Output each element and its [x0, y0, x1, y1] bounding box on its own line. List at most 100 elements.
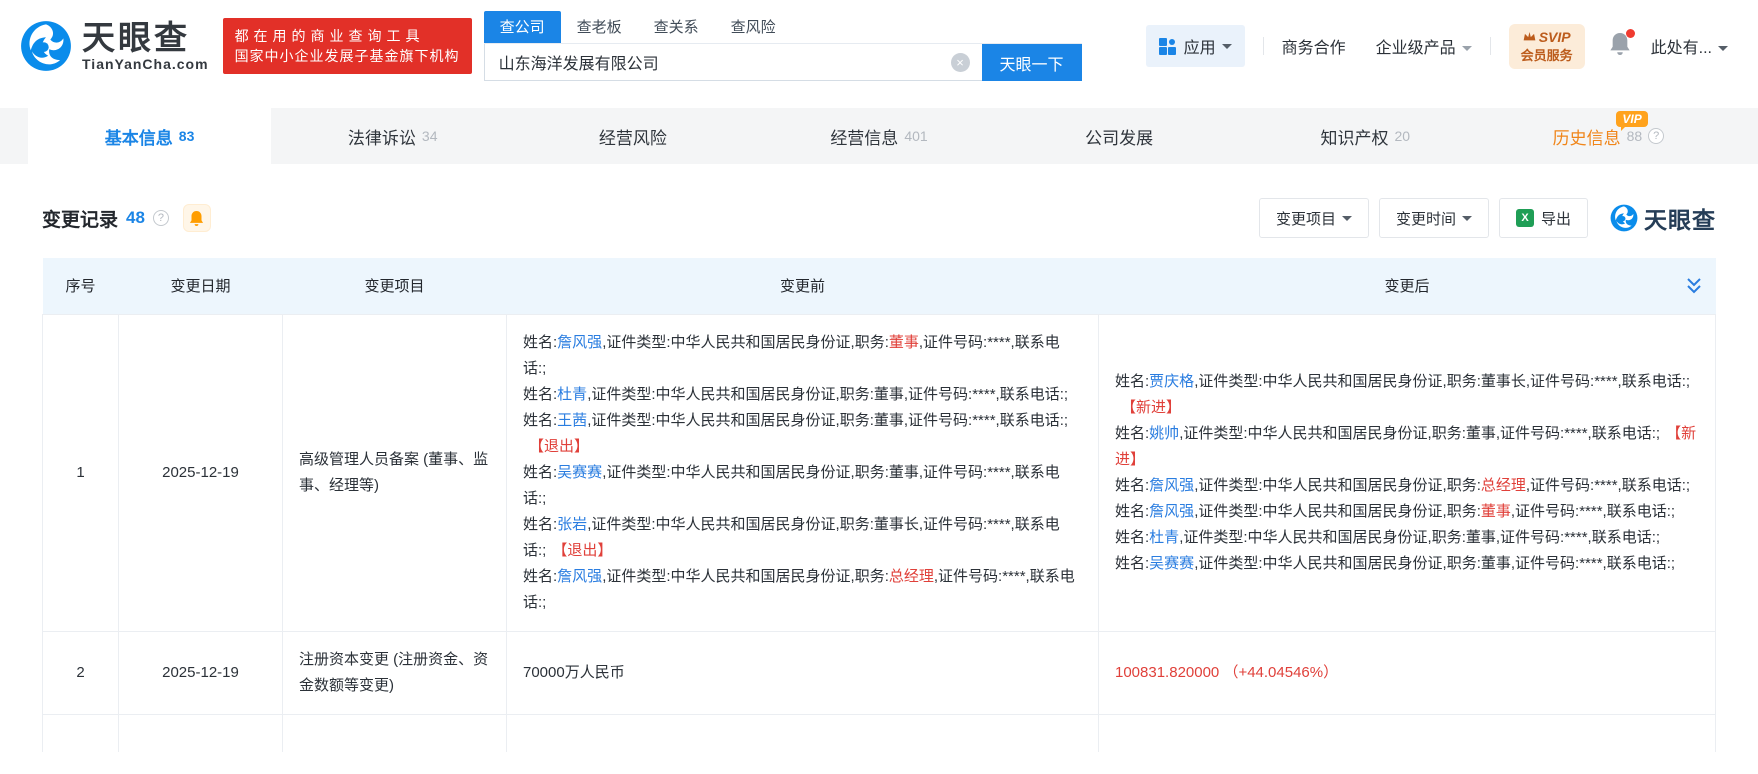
tab-intellectual-property[interactable]: 知识产权20	[1244, 108, 1487, 164]
cell-before: 姓名: 詹风强 ,证件类型:中华人民共和国居民身份证,职务:董事,证件号码:****…	[507, 314, 1099, 631]
chevron-down-icon	[1462, 46, 1472, 51]
plain-text: ,证件类型:中华人民共和国居民身份证,职务:董事,证件号码:****,联系电话:…	[1179, 529, 1660, 546]
search-tab-company[interactable]: 查公司	[484, 11, 561, 43]
site-logo[interactable]: 天眼查 TianYanCha.com	[20, 20, 209, 72]
search-tab-relation[interactable]: 查关系	[638, 11, 715, 43]
cell-empty	[43, 714, 119, 752]
plain-text: ,证件类型:中华人民共和国居民身份证,职务:董事,证件号码:****,联系电话:…	[523, 464, 1060, 507]
tab-operation-risk[interactable]: 经营风险	[514, 108, 757, 164]
plain-text: 姓名:	[523, 412, 557, 429]
change-entry: 姓名:詹风强,证件类型:中华人民共和国居民身份证,职务:董事,证件号码:****…	[1115, 499, 1699, 525]
tianyancha-watermark: 天眼查	[1610, 201, 1716, 235]
company-nav: 基本信息83 法律诉讼 34 经营风险 经营信息401 公司发展 知识产权20 V…	[0, 108, 1758, 164]
plain-text: ,证件类型:中华人民共和国居民身份证,职务:	[1194, 503, 1481, 520]
highlighted-text: 总经理	[1481, 477, 1526, 494]
search-tab-boss[interactable]: 查老板	[561, 11, 638, 43]
table-row	[43, 714, 1716, 752]
bell-icon	[189, 210, 204, 227]
filter-label: 变更项目	[1276, 208, 1336, 229]
table-row: 12025-12-19高级管理人员备案 (董事、监事、经理等)姓名:詹风强,证件…	[43, 314, 1716, 631]
person-link[interactable]: 吴赛赛	[1149, 555, 1194, 572]
tab-operation-info[interactable]: 经营信息401	[757, 108, 1000, 164]
person-link[interactable]: 詹风强	[1149, 503, 1194, 520]
notification-dot	[1626, 29, 1635, 38]
change-records-header: 变更记录 48 变更项目 变更时间 导出 天眼查	[42, 198, 1716, 238]
section-count: 48	[126, 208, 145, 228]
subscribe-bell-button[interactable]	[183, 204, 211, 232]
svip-member-badge[interactable]: SVIP 会员服务	[1509, 24, 1585, 69]
help-icon[interactable]	[153, 210, 169, 226]
search-input[interactable]	[484, 44, 982, 81]
highlighted-text: 董事	[1481, 503, 1511, 520]
tab-history-info[interactable]: VIP 历史信息88	[1487, 108, 1730, 164]
chevron-down-icon	[1462, 216, 1472, 221]
plain-text: 姓名:	[523, 386, 557, 403]
change-entry: 姓名:詹风强,证件类型:中华人民共和国居民身份证,职务:总经理,证件号码:***…	[523, 564, 1082, 616]
help-icon[interactable]	[1648, 128, 1664, 144]
plain-text: 70000万人民币	[523, 664, 625, 681]
export-button[interactable]: 导出	[1499, 198, 1588, 238]
highlighted-text: 总经理	[889, 568, 934, 585]
person-link[interactable]: 姚帅	[1149, 425, 1179, 442]
plain-text: ,证件类型:中华人民共和国居民身份证,职务:	[1194, 477, 1481, 494]
person-link[interactable]: 杜青	[557, 386, 587, 403]
header-before: 变更前	[507, 258, 1099, 314]
person-link[interactable]: 吴赛赛	[557, 464, 602, 481]
plain-text: 姓名:	[1115, 373, 1149, 390]
notification-bell-icon[interactable]	[1609, 32, 1631, 61]
section-actions: 变更项目 变更时间 导出 天眼查	[1259, 198, 1716, 238]
cell-seq: 2	[43, 631, 119, 714]
apps-label: 应用	[1184, 34, 1216, 58]
cell-before: 70000万人民币	[507, 631, 1099, 714]
apps-menu[interactable]: 应用	[1146, 25, 1245, 67]
search-button[interactable]: 天眼一下	[982, 44, 1082, 81]
tab-count: 34	[422, 128, 438, 144]
tab-company-development[interactable]: 公司发展	[1001, 108, 1244, 164]
plain-text: ,证件类型:中华人民共和国居民身份证,职务:董事,证件号码:****,联系电话:…	[1194, 555, 1675, 572]
person-link[interactable]: 王茜	[557, 412, 587, 429]
tab-label: 法律诉讼	[348, 124, 416, 149]
business-cooperation-link[interactable]: 商务合作	[1282, 34, 1346, 58]
user-menu[interactable]: 此处有...	[1651, 34, 1728, 58]
enterprise-product-link[interactable]: 企业级产品	[1376, 34, 1472, 58]
plain-text: ,证件号码:****,联系电话:;	[1526, 477, 1690, 494]
person-link[interactable]: 杜青	[1149, 529, 1179, 546]
change-tag: 【新进】	[1121, 399, 1181, 416]
table-header-row: 序号 变更日期 变更项目 变更前 变更后	[43, 258, 1716, 314]
clear-icon[interactable]	[951, 53, 970, 72]
highlighted-text: 100831.820000 （+44.04546%）	[1115, 664, 1338, 681]
cell-empty	[119, 714, 283, 752]
chevron-down-icon	[1222, 44, 1232, 49]
change-entry: 姓名:贾庆格,证件类型:中华人民共和国居民身份证,职务:董事长,证件号码:***…	[1115, 369, 1699, 421]
tab-legal-proceedings[interactable]: 法律诉讼 34	[271, 108, 514, 164]
cell-item: 高级管理人员备案 (董事、监事、经理等)	[283, 314, 507, 631]
person-link[interactable]: 詹风强	[557, 334, 602, 351]
person-link[interactable]: 詹风强	[557, 568, 602, 585]
person-link[interactable]: 贾庆格	[1149, 373, 1194, 390]
slogan-line1: 都在用的商业查询工具	[235, 26, 460, 46]
change-tag: 【退出】	[552, 542, 612, 559]
plain-text: 姓名:	[523, 464, 557, 481]
plain-text: 姓名:	[1115, 529, 1149, 546]
filter-change-item-button[interactable]: 变更项目	[1259, 198, 1369, 238]
brand-domain: TianYanCha.com	[82, 56, 209, 72]
tab-count: 83	[179, 128, 195, 144]
chevron-down-icon	[1342, 216, 1352, 221]
cell-item: 注册资本变更 (注册资金、资金数额等变更)	[283, 631, 507, 714]
collapse-all-icon[interactable]	[1686, 277, 1702, 299]
search-tab-risk[interactable]: 查风险	[715, 11, 792, 43]
change-entry: 姓名:张岩,证件类型:中华人民共和国居民身份证,职务:董事长,证件号码:****…	[523, 512, 1082, 564]
filter-label: 变更时间	[1396, 208, 1456, 229]
person-link[interactable]: 詹风强	[1149, 477, 1194, 494]
tianyancha-logo-icon	[20, 20, 72, 72]
plain-text: 姓名:	[523, 516, 557, 533]
search-row: 天眼一下	[484, 44, 1082, 81]
plain-text: ,证件类型:中华人民共和国居民身份证,职务:董事长,证件号码:****,联系电话…	[1194, 373, 1690, 390]
person-link[interactable]: 张岩	[557, 516, 587, 533]
tab-basic-info[interactable]: 基本信息83	[28, 108, 271, 164]
cell-after: 姓名:贾庆格,证件类型:中华人民共和国居民身份证,职务:董事长,证件号码:***…	[1099, 314, 1716, 631]
plain-text: 姓名:	[1115, 555, 1149, 572]
table-row: 22025-12-19注册资本变更 (注册资金、资金数额等变更)70000万人民…	[43, 631, 1716, 714]
filter-change-time-button[interactable]: 变更时间	[1379, 198, 1489, 238]
site-header: 天眼查 TianYanCha.com 都在用的商业查询工具 国家中小企业发展子基…	[0, 0, 1758, 92]
